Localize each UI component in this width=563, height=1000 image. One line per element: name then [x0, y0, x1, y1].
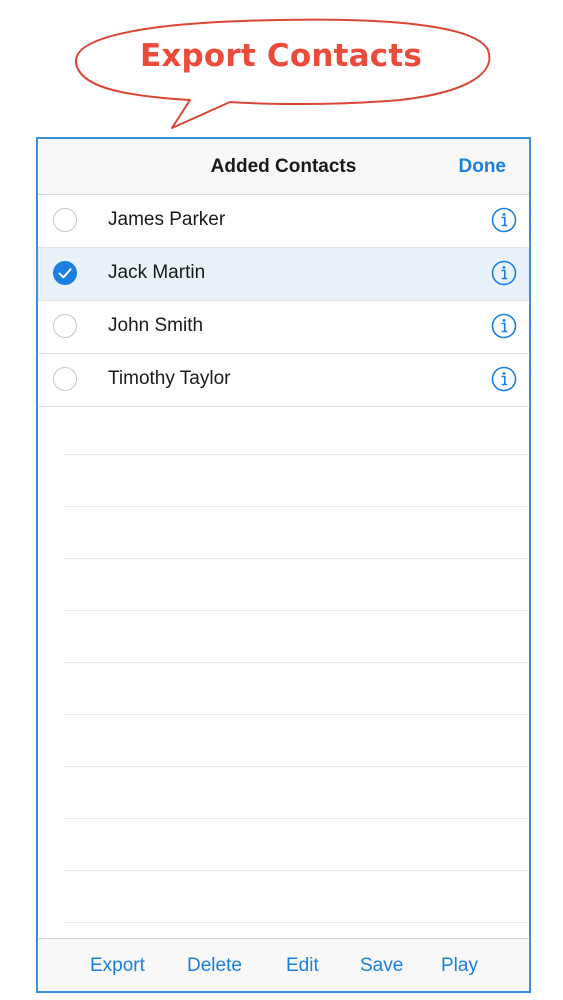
separator-line: [63, 559, 529, 611]
save-button[interactable]: Save: [360, 955, 403, 977]
contact-row-jack-martin[interactable]: Jack Martin: [38, 248, 529, 301]
bottom-toolbar: Export Delete Edit Save Play: [38, 938, 529, 991]
separator-line: [63, 819, 529, 871]
edit-button[interactable]: Edit: [286, 955, 319, 977]
contacts-list: James Parker Jack Martin John Smith Timo…: [38, 195, 529, 407]
info-circle-icon[interactable]: [491, 260, 517, 286]
contact-name: Jack Martin: [108, 262, 206, 283]
contact-row-timothy-taylor[interactable]: Timothy Taylor: [38, 354, 529, 407]
separator-line: [63, 507, 529, 559]
delete-button[interactable]: Delete: [187, 955, 242, 977]
separator-line: [63, 663, 529, 715]
separator-line: [63, 455, 529, 507]
separator-line: [63, 403, 529, 455]
checkmark-circle-icon[interactable]: [53, 261, 77, 285]
radio-unchecked-icon[interactable]: [53, 208, 77, 232]
separator-line: [63, 715, 529, 767]
radio-unchecked-icon[interactable]: [53, 367, 77, 391]
export-button[interactable]: Export: [90, 955, 145, 977]
page-title: Added Contacts: [210, 156, 357, 177]
info-circle-icon[interactable]: [491, 207, 517, 233]
contacts-screen: Added Contacts Done James Parker Jack Ma…: [36, 137, 531, 993]
contact-name: John Smith: [108, 315, 204, 336]
navigation-bar: Added Contacts Done: [38, 139, 529, 195]
contact-row-james-parker[interactable]: James Parker: [38, 195, 529, 248]
contact-name: Timothy Taylor: [108, 368, 231, 389]
separator-line: [63, 611, 529, 663]
done-button[interactable]: Done: [459, 156, 507, 178]
info-circle-icon[interactable]: [491, 313, 517, 339]
info-circle-icon[interactable]: [491, 366, 517, 392]
empty-list-area: [63, 403, 529, 975]
separator-line: [63, 767, 529, 819]
callout-text: Export Contacts: [139, 38, 423, 74]
contact-name: James Parker: [108, 209, 226, 230]
separator-line: [63, 871, 529, 923]
radio-unchecked-icon[interactable]: [53, 314, 77, 338]
contact-row-john-smith[interactable]: John Smith: [38, 301, 529, 354]
callout-bubble: Export Contacts: [0, 0, 563, 140]
play-button[interactable]: Play: [441, 955, 478, 977]
